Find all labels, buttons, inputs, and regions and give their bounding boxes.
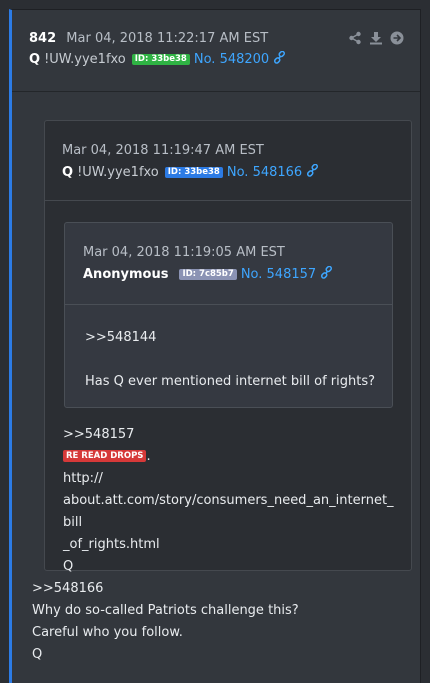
- nested-id-badge[interactable]: ID: 7c85b7: [179, 269, 237, 280]
- quoted-tripcode: !UW.yye1fxo: [77, 165, 159, 180]
- download-icon[interactable]: [369, 31, 383, 45]
- post-body: >>548166 Why do so-called Patriots chall…: [32, 578, 410, 666]
- quoted-post-548157: Mar 04, 2018 11:19:05 AM EST Anonymous ID…: [64, 222, 393, 408]
- nested-author-name: Anonymous: [83, 267, 169, 282]
- goto-arrow-icon[interactable]: [390, 31, 404, 45]
- header-divider: [12, 91, 420, 92]
- post-date: Mar 04, 2018 11:22:17 AM EST: [66, 31, 269, 46]
- link-chain-icon: [307, 163, 319, 177]
- nested-post-body: >>548144 Has Q ever mentioned internet b…: [85, 327, 382, 393]
- quoted-id-badge[interactable]: ID: 33be38: [164, 167, 223, 178]
- post-card: 842 Mar 04, 2018 11:22:17 AM EST Q !UW.yy…: [9, 9, 421, 683]
- quoted-post-body: >>548157 RE READ DROPS. http:// about.at…: [63, 424, 401, 578]
- link-chain-icon: [321, 265, 333, 279]
- url-line-1[interactable]: http://: [63, 468, 401, 490]
- signature: Q: [63, 559, 74, 574]
- url-line-2[interactable]: about.att.com/story/consumers_need_an_in…: [63, 490, 401, 534]
- nested-post-header: Mar 04, 2018 11:19:05 AM EST Anonymous ID…: [83, 243, 384, 285]
- reply-ref-link[interactable]: >>548166: [32, 578, 410, 600]
- nested-post-number-link[interactable]: No. 548157: [241, 265, 333, 282]
- quoted-post-548166: Mar 04, 2018 11:19:47 AM EST Q !UW.yye1fx…: [44, 120, 412, 574]
- quoted-post-date: Mar 04, 2018 11:19:47 AM EST: [62, 143, 264, 158]
- post-text-line: Careful who you follow.: [32, 625, 183, 640]
- post-actions: [348, 31, 404, 45]
- link-chain-icon: [274, 50, 286, 64]
- signature: Q: [32, 647, 43, 662]
- tripcode: !UW.yye1fxo: [44, 52, 126, 67]
- post-text: Has Q ever mentioned internet bill of ri…: [85, 374, 375, 389]
- post-header: 842 Mar 04, 2018 11:22:17 AM EST Q !UW.yy…: [29, 29, 404, 70]
- quoted-post-number-link[interactable]: No. 548166: [227, 163, 319, 180]
- post-number-link[interactable]: No. 548200: [194, 50, 286, 67]
- tag-suffix: .: [146, 449, 151, 464]
- id-badge[interactable]: ID: 33be38: [131, 54, 190, 65]
- share-icon[interactable]: [348, 31, 362, 45]
- author-name: Q: [29, 52, 41, 67]
- nested-header-divider: [65, 304, 392, 305]
- url-line-3[interactable]: _of_rights.html: [63, 534, 401, 556]
- quoted-author-name: Q: [62, 165, 74, 180]
- post-number: 842: [29, 31, 57, 46]
- quoted-post-header: Mar 04, 2018 11:19:47 AM EST Q !UW.yye1fx…: [62, 141, 401, 183]
- reply-ref-link[interactable]: >>548144: [85, 327, 382, 349]
- reply-ref-link[interactable]: >>548157: [63, 424, 401, 446]
- post-text-line: Why do so-called Patriots challenge this…: [32, 603, 299, 618]
- nested-post-date: Mar 04, 2018 11:19:05 AM EST: [83, 245, 285, 260]
- quoted-header-divider: [45, 200, 411, 201]
- re-read-drops-tag[interactable]: RE READ DROPS: [63, 450, 147, 462]
